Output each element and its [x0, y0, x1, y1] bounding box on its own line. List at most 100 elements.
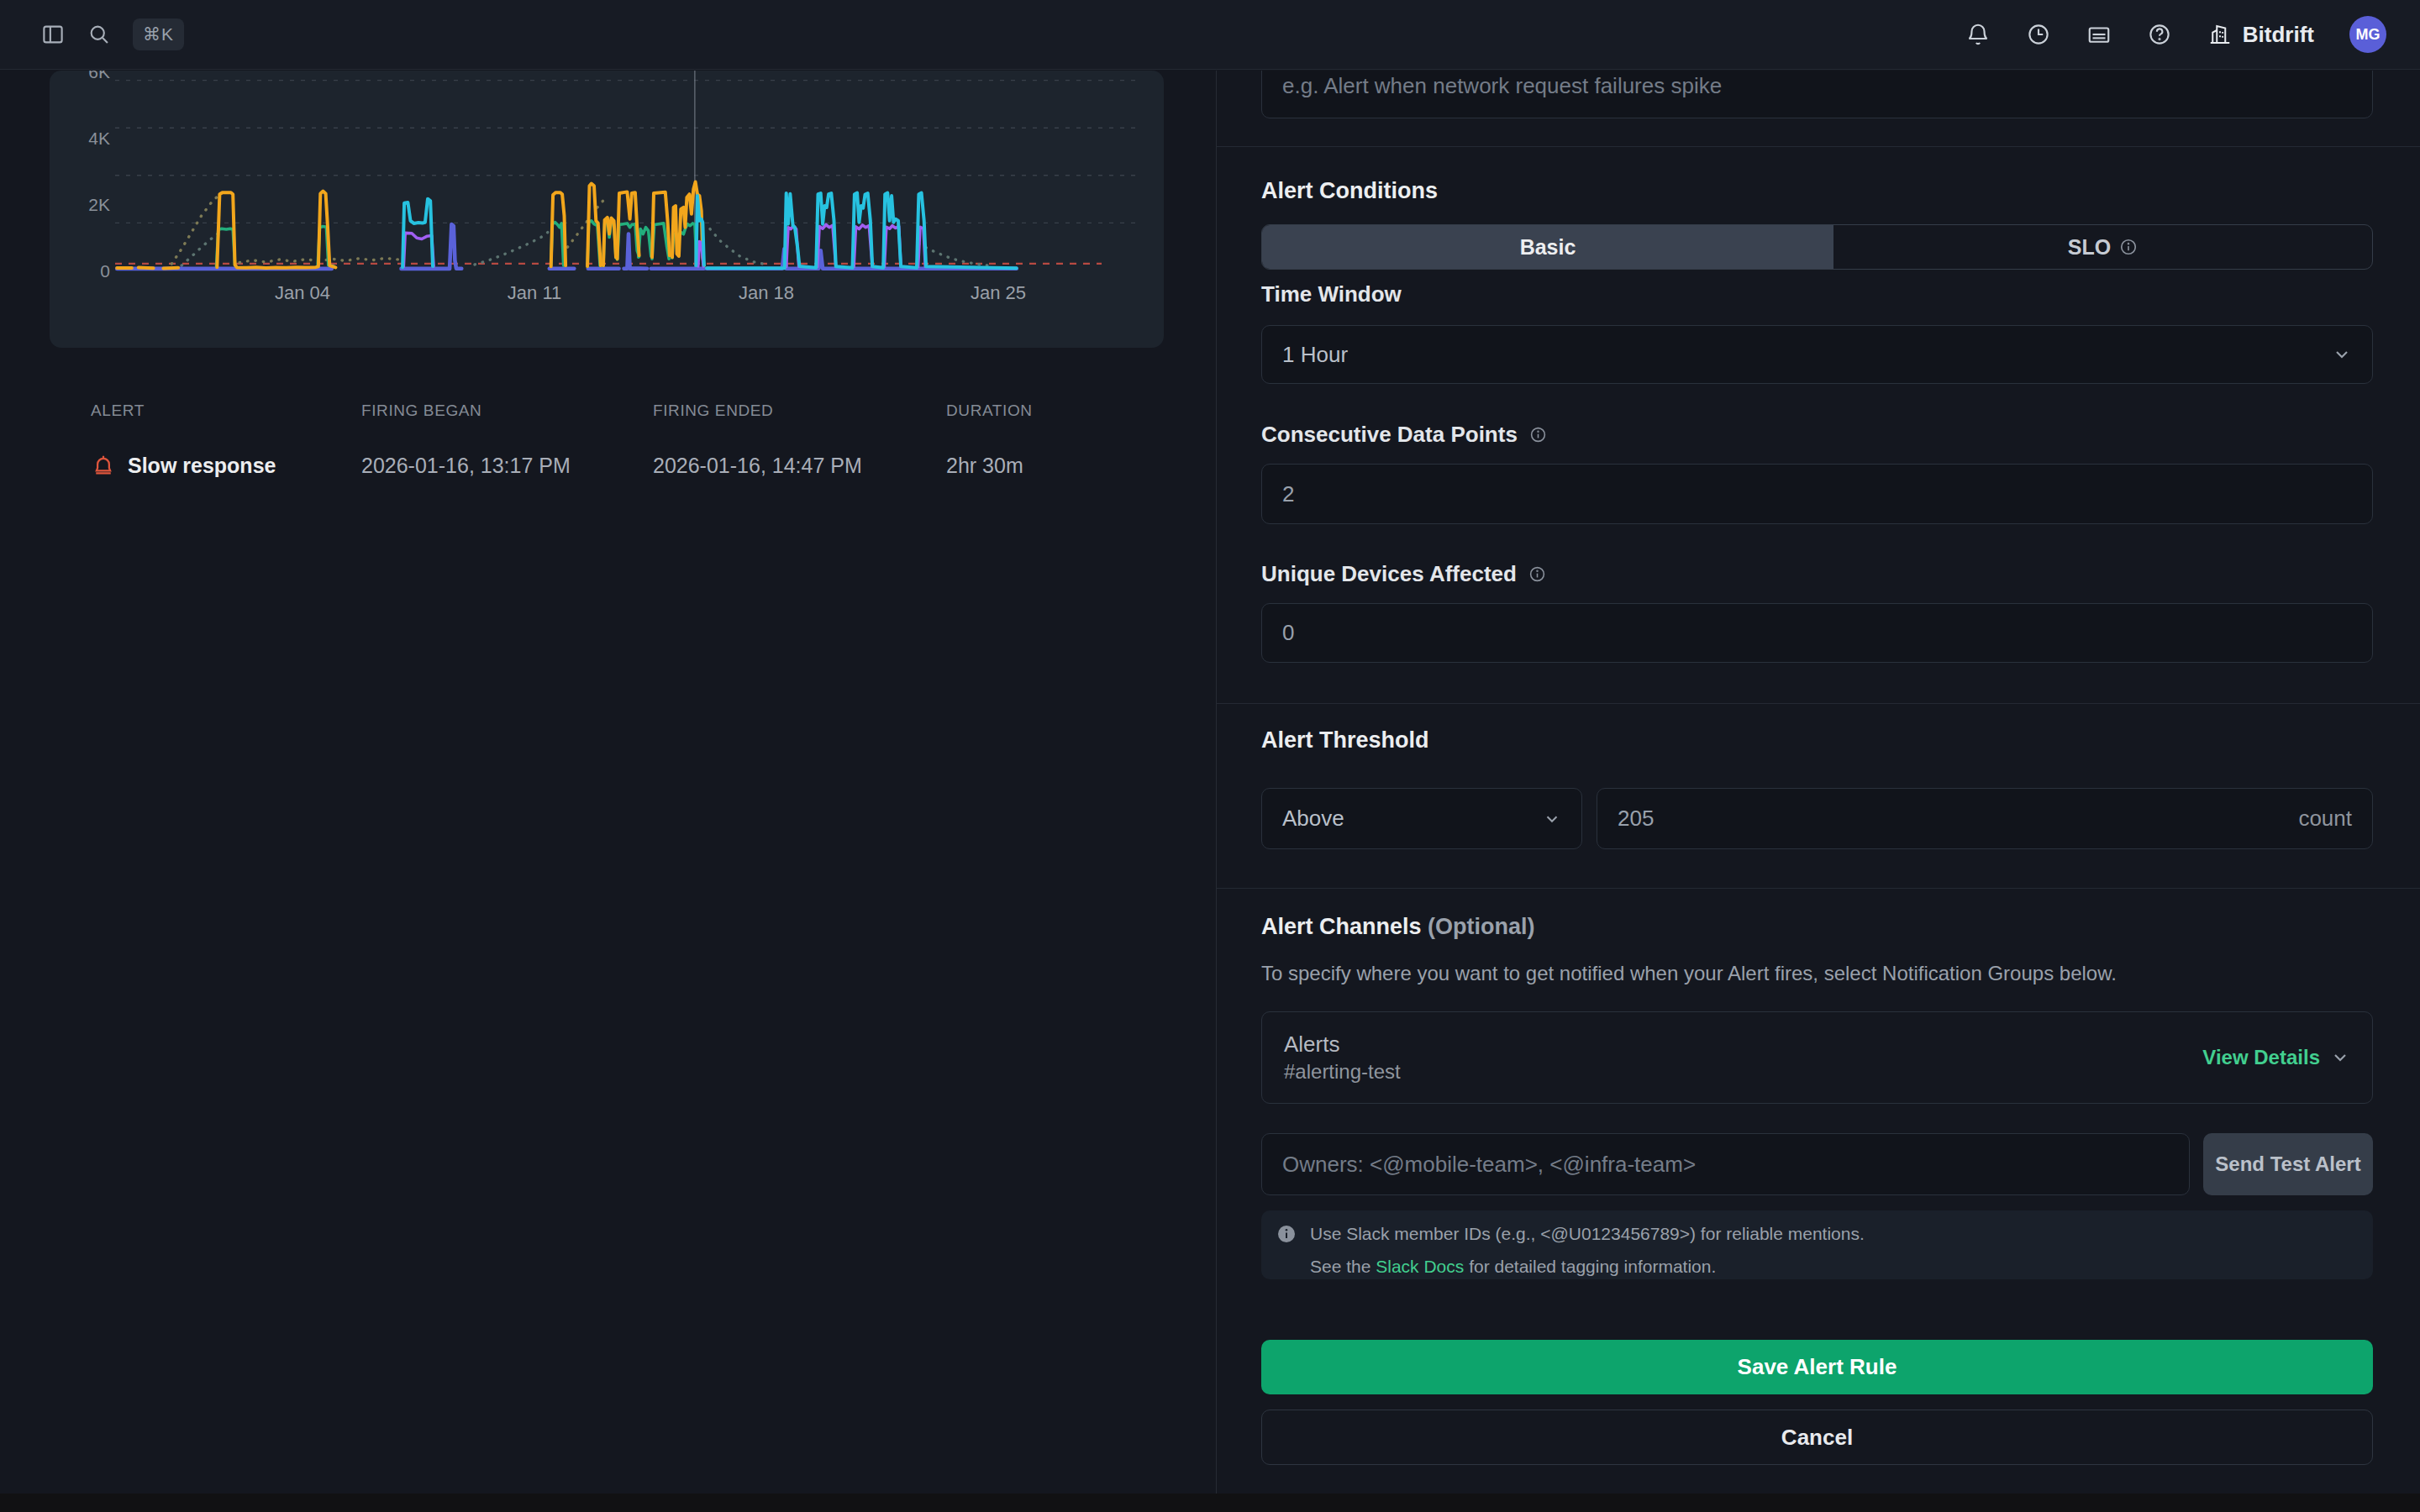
sidebar-toggle-icon — [40, 22, 66, 47]
threshold-comparator-select[interactable]: Above — [1261, 788, 1582, 849]
conditions-mode-tabs: Basic SLO — [1261, 224, 2373, 270]
optional-label: (Optional) — [1428, 914, 1534, 939]
org-switcher[interactable]: Bitdrift — [2207, 22, 2314, 48]
threshold-row: Above count — [1261, 788, 2373, 849]
shortcuts-button[interactable] — [2086, 22, 2112, 47]
column-header-firing-ended: FIRING ENDED — [653, 401, 773, 421]
threshold-comparator-value: Above — [1282, 806, 1344, 832]
view-details-label: View Details — [2202, 1046, 2320, 1069]
search-shortcut-badge[interactable]: ⌘K — [133, 18, 184, 50]
firing-began-value: 2026-01-16, 13:17 PM — [361, 444, 571, 486]
column-header-duration: DURATION — [946, 401, 1033, 421]
owners-field[interactable] — [1261, 1133, 2190, 1195]
svg-text:2K: 2K — [88, 195, 110, 214]
alert-channels-heading-text: Alert Channels — [1261, 914, 1422, 939]
sidebar-toggle-button[interactable] — [40, 22, 66, 47]
slack-note-line2: See the Slack Docs for detailed tagging … — [1310, 1255, 1865, 1278]
threshold-value-input[interactable] — [1618, 806, 2298, 832]
alert-metric-chart[interactable]: 6K 4K 2K 0 Jan 04 Jan 11 Jan 18 Jan 25 — [50, 71, 1164, 348]
time-window-value: 1 Hour — [1282, 342, 1348, 368]
help-button[interactable] — [2147, 22, 2172, 47]
notification-group-name: Alerts — [1284, 1030, 1401, 1058]
alert-threshold-heading: Alert Threshold — [1261, 727, 2373, 753]
cancel-button[interactable]: Cancel — [1261, 1410, 2373, 1465]
section-divider — [1217, 146, 2420, 147]
info-icon — [1528, 565, 1546, 583]
chevron-down-icon — [2332, 344, 2352, 365]
alert-history-row[interactable]: Slow response 2026-01-16, 13:17 PM 2026-… — [0, 444, 1215, 486]
tab-slo-label: SLO — [2068, 235, 2111, 260]
tab-basic-label: Basic — [1520, 235, 1576, 260]
unique-devices-field[interactable] — [1261, 603, 2373, 663]
chevron-down-icon — [1543, 810, 1561, 828]
alert-description-input[interactable] — [1282, 73, 2352, 99]
info-icon — [2119, 238, 2138, 256]
svg-text:Jan 04: Jan 04 — [275, 282, 330, 303]
svg-text:Jan 18: Jan 18 — [739, 282, 794, 303]
notification-group-channel: #alerting-test — [1284, 1058, 1401, 1085]
alert-channels-heading: Alert Channels (Optional) — [1261, 913, 2373, 940]
svg-text:0: 0 — [100, 261, 110, 281]
consecutive-label-text: Consecutive Data Points — [1261, 421, 1518, 448]
info-icon — [1529, 426, 1547, 444]
help-icon — [2147, 22, 2172, 47]
info-icon — [1276, 1224, 1297, 1244]
avatar[interactable]: MG — [2349, 16, 2386, 53]
view-details-link[interactable]: View Details — [2202, 1046, 2350, 1069]
section-divider — [1217, 888, 2420, 889]
unique-devices-label: Unique Devices Affected — [1261, 560, 2373, 587]
unique-devices-label-text: Unique Devices Affected — [1261, 560, 1517, 587]
slack-note-suffix: for detailed tagging information. — [1469, 1257, 1716, 1276]
column-header-firing-began: FIRING BEGAN — [361, 401, 481, 421]
org-name: Bitdrift — [2243, 22, 2314, 48]
slack-note-prefix: See the — [1310, 1257, 1370, 1276]
chevron-down-icon — [2330, 1047, 2350, 1068]
alert-history-header-row: ALERT FIRING BEGAN FIRING ENDED DURATION — [0, 401, 1215, 421]
duration-value: 2hr 30m — [946, 444, 1023, 486]
building-icon — [2207, 22, 2233, 47]
bell-icon — [1965, 22, 1991, 47]
svg-text:4K: 4K — [88, 129, 110, 148]
slack-note: Use Slack member IDs (e.g., <@U012345678… — [1261, 1210, 2373, 1279]
threshold-unit: count — [2298, 806, 2352, 832]
alert-preview-pane: 6K 4K 2K 0 Jan 04 Jan 11 Jan 18 Jan 25 ALERT FI… — [0, 71, 1215, 1494]
channels-description: To specify where you want to get notifie… — [1261, 961, 2373, 986]
history-button[interactable] — [2026, 22, 2051, 47]
alert-settings-pane: Alert Conditions Basic SLO Time Window 1… — [1216, 71, 2420, 1494]
svg-text:6K: 6K — [88, 71, 110, 81]
tab-slo[interactable]: SLO — [1833, 225, 2372, 269]
slack-note-line1: Use Slack member IDs (e.g., <@U012345678… — [1310, 1222, 1865, 1245]
app-window: ⌘K — [0, 0, 2420, 1494]
firing-ended-value: 2026-01-16, 14:47 PM — [653, 444, 862, 486]
threshold-value-field[interactable]: count — [1597, 788, 2373, 849]
alert-conditions-heading: Alert Conditions — [1261, 177, 2373, 204]
consecutive-data-points-input[interactable] — [1282, 481, 2352, 507]
search-button[interactable] — [87, 23, 111, 46]
owners-input[interactable] — [1282, 1152, 2169, 1178]
alert-name: Slow response — [128, 454, 276, 478]
section-divider — [1217, 703, 2420, 704]
svg-text:Jan 11: Jan 11 — [508, 282, 561, 303]
tab-basic[interactable]: Basic — [1262, 225, 1833, 269]
consecutive-data-points-field[interactable] — [1261, 464, 2373, 524]
consecutive-data-points-label: Consecutive Data Points — [1261, 421, 2373, 448]
unique-devices-input[interactable] — [1282, 620, 2352, 646]
topbar: ⌘K — [0, 0, 2420, 70]
time-window-label-text: Time Window — [1261, 281, 1402, 307]
alert-metric-chart-card: 6K 4K 2K 0 Jan 04 Jan 11 Jan 18 Jan 25 — [50, 71, 1164, 348]
clock-icon — [2026, 22, 2051, 47]
slack-docs-link[interactable]: Slack Docs — [1376, 1257, 1464, 1276]
search-icon — [87, 23, 111, 46]
alert-description-field[interactable] — [1261, 71, 2373, 118]
save-alert-rule-button[interactable]: Save Alert Rule — [1261, 1340, 2373, 1394]
time-window-select[interactable]: 1 Hour — [1261, 325, 2373, 384]
keyboard-icon — [2086, 22, 2112, 47]
column-header-alert: ALERT — [91, 401, 145, 421]
owners-row: Send Test Alert — [1261, 1133, 2373, 1195]
svg-text:Jan 25: Jan 25 — [971, 282, 1026, 303]
notification-group-card[interactable]: Alerts #alerting-test View Details — [1261, 1011, 2373, 1104]
notifications-button[interactable] — [1965, 22, 1991, 47]
send-test-alert-button[interactable]: Send Test Alert — [2203, 1133, 2373, 1195]
alarm-icon — [91, 453, 116, 478]
time-window-label: Time Window — [1261, 281, 2373, 307]
